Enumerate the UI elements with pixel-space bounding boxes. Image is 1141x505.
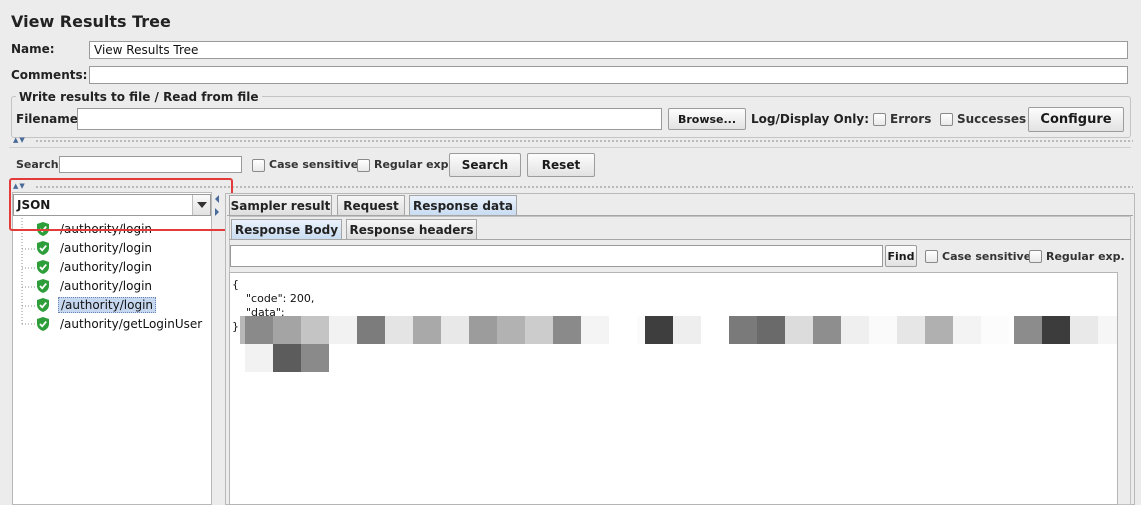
tree-item[interactable]: /authority/login bbox=[37, 276, 204, 295]
comments-field[interactable] bbox=[89, 66, 1128, 84]
tab-sampler-result[interactable]: Sampler result bbox=[229, 195, 332, 215]
tree-item-label: /authority/login bbox=[60, 278, 153, 293]
subtab-border bbox=[229, 239, 1131, 240]
success-shield-icon bbox=[37, 316, 49, 331]
find-case-sensitive-checkbox[interactable] bbox=[925, 250, 938, 263]
tree-item[interactable]: /authority/login bbox=[37, 238, 204, 257]
tree-item-label: /authority/getLoginUser bbox=[60, 316, 203, 331]
log-display-label: Log/Display Only: bbox=[751, 112, 869, 126]
search-button[interactable]: Search bbox=[449, 153, 521, 177]
success-shield-icon bbox=[37, 278, 49, 293]
success-shield-icon bbox=[37, 259, 49, 274]
configure-button[interactable]: Configure bbox=[1028, 107, 1124, 132]
find-regex-label: Regular exp. bbox=[1046, 250, 1125, 263]
tab-response-body[interactable]: Response Body bbox=[231, 219, 342, 239]
browse-button[interactable]: Browse... bbox=[668, 108, 746, 130]
search-input[interactable] bbox=[59, 156, 242, 173]
search-case-sensitive-checkbox[interactable] bbox=[252, 159, 265, 172]
response-body-line: { bbox=[232, 278, 239, 291]
errors-checkbox[interactable] bbox=[873, 113, 886, 126]
errors-label: Errors bbox=[890, 112, 932, 126]
search-case-sensitive-label: Case sensitive bbox=[269, 158, 359, 171]
tree-item[interactable]: /authority/getLoginUser bbox=[37, 314, 204, 333]
name-label: Name: bbox=[11, 42, 55, 56]
redacted-content bbox=[230, 313, 1117, 373]
search-label: Search: bbox=[16, 158, 63, 171]
success-shield-icon bbox=[37, 240, 49, 255]
response-body-area[interactable]: { "code": 200, "data":} bbox=[229, 272, 1118, 505]
find-button[interactable]: Find bbox=[885, 245, 917, 267]
search-regex-label: Regular exp. bbox=[374, 158, 453, 171]
find-case-sensitive-label: Case sensitive bbox=[942, 250, 1032, 263]
successes-label: Successes bbox=[957, 112, 1027, 126]
success-shield-icon bbox=[37, 297, 49, 312]
tab-response-headers[interactable]: Response headers bbox=[346, 219, 477, 239]
tree-item-label: /authority/login bbox=[60, 240, 153, 255]
split-divider[interactable] bbox=[35, 139, 1133, 144]
find-regex-checkbox[interactable] bbox=[1029, 250, 1042, 263]
tree-item-label: /authority/login bbox=[60, 259, 153, 274]
response-body-line: "code": 200, bbox=[232, 292, 315, 305]
results-tree: /authority/login/authority/login/authori… bbox=[37, 219, 204, 333]
tab-request[interactable]: Request bbox=[337, 195, 405, 215]
find-input[interactable] bbox=[230, 245, 883, 267]
tree-item[interactable]: /authority/login bbox=[37, 295, 204, 314]
search-regex-checkbox[interactable] bbox=[357, 159, 370, 172]
filename-field[interactable] bbox=[77, 108, 662, 130]
filename-label: Filename bbox=[16, 112, 78, 126]
reset-button[interactable]: Reset bbox=[527, 153, 595, 177]
highlight-box bbox=[9, 178, 233, 231]
name-field[interactable]: View Results Tree bbox=[89, 41, 1128, 59]
page-title: View Results Tree bbox=[11, 12, 171, 31]
comments-label: Comments: bbox=[11, 68, 88, 82]
tree-item-label: /authority/login bbox=[58, 296, 157, 313]
successes-checkbox[interactable] bbox=[940, 113, 953, 126]
vertical-splitter[interactable] bbox=[213, 192, 222, 505]
collapse-arrows-icon[interactable]: ▲▼ bbox=[13, 137, 26, 144]
tab-response-data[interactable]: Response data bbox=[409, 195, 517, 215]
file-group-legend: Write results to file / Read from file bbox=[16, 90, 262, 104]
tree-item[interactable]: /authority/login bbox=[37, 257, 204, 276]
